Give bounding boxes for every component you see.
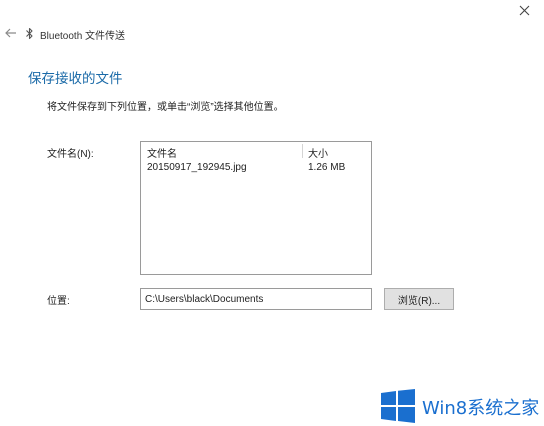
watermark-text: Win8系统之家 [422, 398, 540, 419]
file-row[interactable]: 20150917_192945.jpg 1.26 MB [141, 162, 371, 176]
file-size-cell: 1.26 MB [308, 162, 346, 173]
close-icon[interactable] [518, 4, 531, 17]
file-name-cell: 20150917_192945.jpg [147, 162, 247, 173]
location-label: 位置: [47, 296, 70, 307]
location-input[interactable] [140, 288, 372, 310]
windows-logo-icon [381, 389, 415, 423]
column-header-name[interactable]: 文件名 [147, 145, 177, 160]
window-title: Bluetooth 文件传送 [40, 31, 126, 42]
column-header-size[interactable]: 大小 [308, 145, 328, 160]
back-arrow-icon[interactable] [4, 26, 18, 40]
page-title: 保存接收的文件 [28, 71, 123, 86]
bluetooth-icon [26, 27, 33, 40]
instruction-text: 将文件保存到下列位置，或单击“浏览”选择其他位置。 [47, 102, 284, 113]
browse-button[interactable]: 浏览(R)... [384, 288, 454, 310]
file-list[interactable]: 文件名 大小 20150917_192945.jpg 1.26 MB [140, 141, 372, 275]
filename-label: 文件名(N): [47, 149, 94, 160]
column-divider[interactable] [302, 144, 303, 158]
